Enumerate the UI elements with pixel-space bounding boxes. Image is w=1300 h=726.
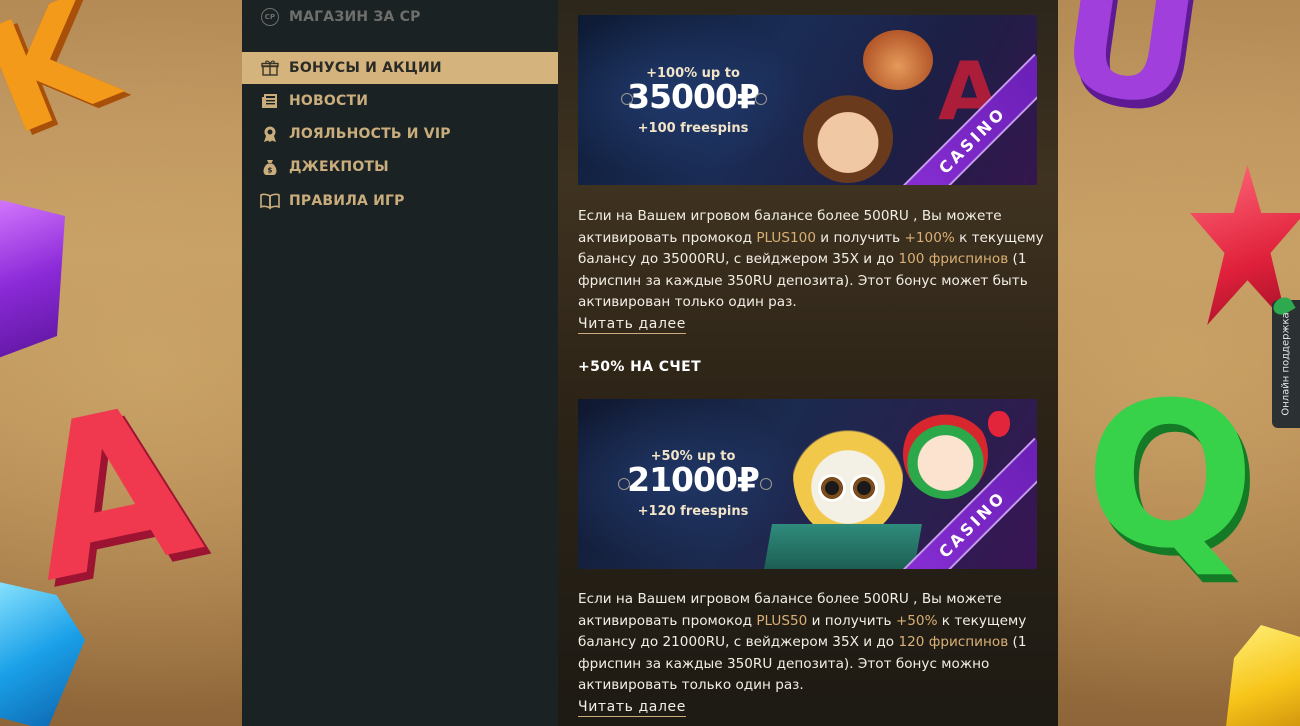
coin-icon	[621, 93, 633, 105]
decor-yellow-gem	[1225, 625, 1300, 726]
decor-blue-gem	[0, 580, 85, 726]
strawberry-icon	[988, 411, 1010, 437]
sidebar-item-label: ДЖЕКПОТЫ	[289, 159, 389, 175]
promo-percent: +50%	[895, 612, 938, 629]
promo-banner[interactable]: +50% up to 21000₽ +120 freespins CASINO	[578, 399, 1037, 569]
promo-freespins: 120 фриспинов	[898, 634, 1009, 651]
sidebar-item-label: БОНУСЫ И АКЦИИ	[289, 60, 442, 76]
online-support-label: Онлайн поддержка	[1280, 312, 1292, 416]
boy-character-illustration	[803, 93, 893, 183]
book-illustration	[764, 524, 922, 569]
read-more-link[interactable]: Читать далее	[578, 699, 686, 717]
sidebar-item-game-rules[interactable]: ПРАВИЛА ИГР	[242, 185, 558, 217]
medal-icon	[260, 124, 280, 144]
promo-freespins: 100 фриспинов	[898, 251, 1009, 268]
coin-icon	[755, 93, 767, 105]
decor-purple-gem	[0, 200, 65, 360]
promo-description: Если на Вашем игровом балансе более 500R…	[578, 208, 1044, 311]
sidebar-item-label: МАГАЗИН ЗА СР	[289, 9, 421, 25]
promo-code: PLUS100	[756, 229, 816, 246]
decor-letter-a: A	[6, 355, 217, 630]
svg-text:$: $	[267, 167, 272, 175]
coin-icon	[760, 478, 772, 490]
promo-title: +50% НА СЧЕТ	[578, 359, 702, 375]
read-more-link[interactable]: Читать далее	[578, 316, 686, 334]
jester-character-illustration	[903, 409, 988, 499]
sidebar-item-label: ПРАВИЛА ИГР	[289, 193, 405, 209]
coin-icon	[618, 478, 630, 490]
banner-amount: 21000₽	[627, 460, 760, 499]
sidebar-item-news[interactable]: НОВОСТИ	[242, 85, 558, 117]
chick-eye	[850, 474, 878, 502]
banner-freespins: +100 freespins	[637, 121, 749, 136]
sidebar-item-loyalty[interactable]: ЛОЯЛЬНОСТЬ И VIP	[242, 118, 558, 150]
promo-banner[interactable]: A +100% up to 35000₽ +100 freespins CASI…	[578, 15, 1037, 185]
sidebar: CP МАГАЗИН ЗА СР БОНУСЫ И АКЦИИ НОВОСТИ …	[242, 0, 558, 726]
banner-amount: 35000₽	[627, 77, 760, 116]
promo-description: Если на Вашем игровом балансе более 500R…	[578, 591, 1027, 694]
chick-eye	[818, 474, 846, 502]
promo-code: PLUS50	[756, 612, 808, 629]
banner-freespins: +120 freespins	[637, 504, 749, 519]
sidebar-item-label: ЛОЯЛЬНОСТЬ И VIP	[289, 126, 451, 142]
money-bag-icon: $	[260, 157, 280, 177]
fox-character-illustration	[863, 30, 933, 90]
sidebar-item-cp-shop[interactable]: CP МАГАЗИН ЗА СР	[242, 1, 558, 33]
sidebar-item-bonuses[interactable]: БОНУСЫ И АКЦИИ	[242, 52, 558, 84]
decor-letter-q: Q	[1085, 360, 1256, 593]
sidebar-item-jackpots[interactable]: $ ДЖЕКПОТЫ	[242, 151, 558, 183]
decor-letter-u: U	[1046, 0, 1212, 147]
book-icon	[260, 191, 280, 211]
promotions-content: A +100% up to 35000₽ +100 freespins CASI…	[558, 0, 1058, 726]
chick-character-illustration	[793, 409, 903, 539]
newspaper-icon	[260, 91, 280, 111]
promo-percent: +100%	[904, 229, 955, 246]
gift-icon	[260, 58, 280, 78]
cp-coin-icon: CP	[260, 7, 280, 27]
decor-letter-k: K	[0, 0, 135, 170]
sidebar-item-label: НОВОСТИ	[289, 93, 369, 109]
